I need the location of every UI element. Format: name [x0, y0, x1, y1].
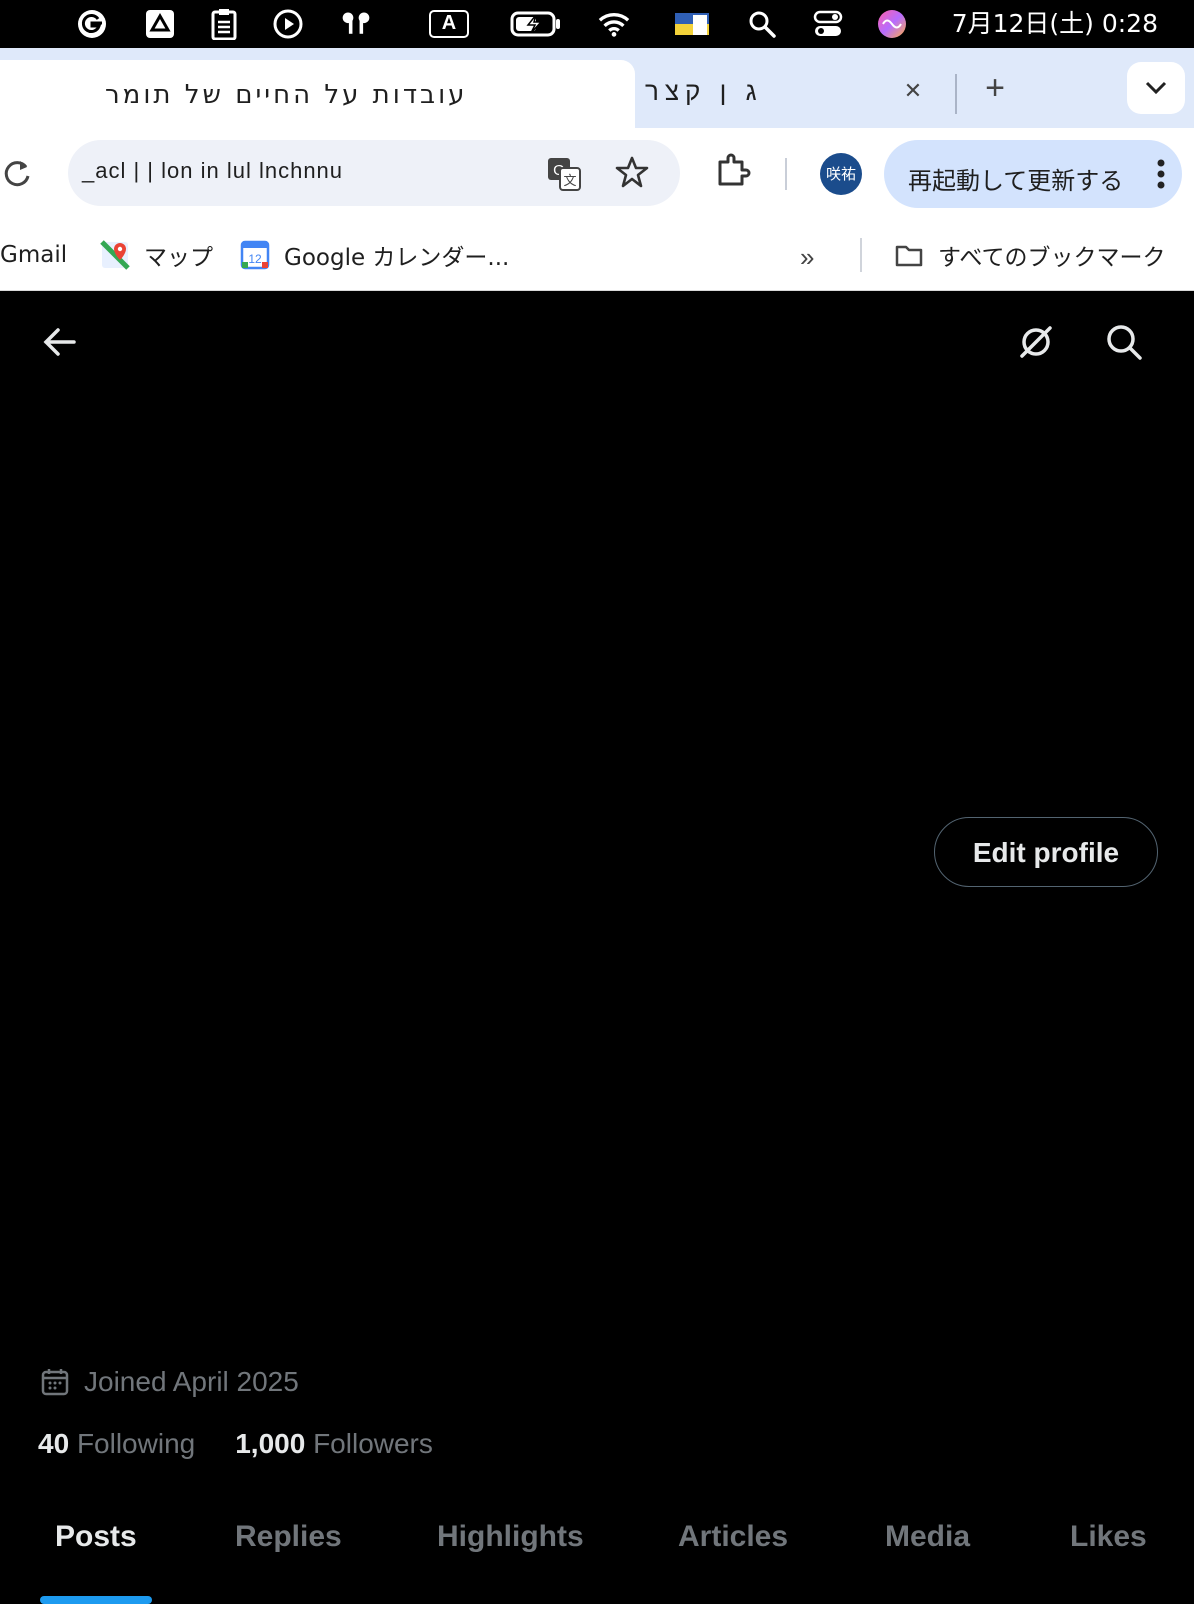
tab-strip: עובדות על החיים של תומר ג ן קצר ✕ + — [0, 48, 1194, 128]
browser-toolbar: _acl | | lon in lul lnchnnu G文 咲祐 再起動して更… — [0, 128, 1194, 220]
bookmark-star-icon[interactable] — [614, 154, 652, 192]
browser-tab-active[interactable]: עובדות על החיים של תומר — [0, 60, 635, 128]
macos-menubar: A 7月12日(土) 0:28 — [0, 0, 1194, 48]
siri-icon[interactable] — [876, 8, 908, 40]
input-mode-label: A — [429, 10, 469, 38]
bookmarks-bar: Gmail マップ 12 Google カレンダー... » すべてのブックマー… — [0, 220, 1194, 291]
bookmarks-separator — [860, 238, 862, 272]
tab-replies[interactable]: Replies — [235, 1520, 342, 1554]
profile-avatar[interactable]: 咲祐 — [820, 153, 862, 195]
profile-tabs: Posts Replies Highlights Articles Media … — [0, 1488, 1194, 1604]
menubar-clock[interactable]: 7月12日(土) 0:28 — [952, 8, 1158, 40]
tab-posts[interactable]: Posts — [55, 1520, 137, 1554]
browser-tab-title: עובדות על החיים של תומר — [105, 80, 468, 110]
spotlight-search-icon[interactable] — [746, 8, 778, 40]
bookmark-label: マップ — [144, 245, 213, 271]
restart-update-button[interactable]: 再起動して更新する — [884, 140, 1182, 208]
drive-icon[interactable] — [144, 8, 176, 40]
profile-page: Edit profile Joined April 2025 40 Follow… — [0, 292, 1194, 1604]
flag-icon[interactable] — [672, 8, 712, 40]
airpods-icon[interactable] — [340, 8, 372, 40]
bookmark-maps[interactable]: マップ — [100, 240, 213, 271]
toolbar-separator — [785, 158, 787, 190]
joined-text: Joined April 2025 — [84, 1366, 299, 1397]
bookmarks-overflow-chevron-icon[interactable]: » — [800, 242, 830, 272]
control-center-icon[interactable] — [812, 8, 844, 40]
battery-charging-icon[interactable] — [508, 8, 564, 40]
folder-icon — [895, 245, 923, 267]
browser-tab-inactive-title: ג ן קצר — [645, 76, 763, 106]
following-count: 40 — [38, 1428, 70, 1459]
calendar-icon-day: 12 — [248, 252, 262, 266]
followers-label: Followers — [313, 1428, 433, 1459]
bookmark-label: Google カレンダー... — [284, 245, 510, 271]
tab-separator — [955, 74, 957, 114]
url-text: _acl | | lon in lul lnchnnu — [82, 158, 344, 183]
tab-highlights[interactable]: Highlights — [437, 1520, 584, 1554]
browser-tab-inactive[interactable]: ג ן קצר — [645, 72, 935, 118]
tab-close-icon[interactable]: ✕ — [900, 78, 926, 104]
calendar-icon: 12 — [240, 240, 270, 270]
edit-profile-button[interactable]: Edit profile — [934, 817, 1158, 887]
tab-likes[interactable]: Likes — [1070, 1520, 1147, 1554]
joined-date: Joined April 2025 — [40, 1362, 299, 1402]
wifi-icon[interactable] — [598, 8, 630, 40]
active-tab-indicator — [40, 1596, 152, 1604]
tab-articles[interactable]: Articles — [678, 1520, 788, 1554]
all-bookmarks-folder[interactable]: すべてのブックマーク — [894, 240, 1166, 271]
new-tab-plus-icon[interactable]: + — [975, 68, 1015, 108]
bookmark-label: Gmail — [0, 242, 68, 268]
translate-icon[interactable]: G文 — [546, 156, 582, 192]
back-arrow-icon[interactable] — [40, 322, 80, 362]
restart-update-label: 再起動して更新する — [908, 167, 1124, 195]
svg-text:文: 文 — [563, 174, 576, 189]
browser-chrome: עובדות על החיים של תומר ג ן קצר ✕ + _acl… — [0, 48, 1194, 291]
following-label: Following — [76, 1428, 196, 1459]
tab-media[interactable]: Media — [885, 1520, 970, 1554]
grok-icon[interactable] — [1016, 322, 1056, 362]
followers-count: 1,000 — [235, 1428, 306, 1459]
extensions-puzzle-icon[interactable] — [714, 152, 754, 192]
maps-icon — [100, 240, 130, 270]
bookmark-gmail[interactable]: Gmail — [0, 240, 67, 270]
kebab-menu-icon[interactable] — [1156, 158, 1166, 190]
calendar-icon — [41, 1369, 69, 1396]
input-mode-icon[interactable]: A — [426, 8, 472, 40]
follow-stats: 40 Following 1,000 Followers — [38, 1428, 433, 1460]
reload-icon[interactable] — [2, 158, 34, 190]
clipboard-icon[interactable] — [208, 8, 240, 40]
bookmark-google-calendar[interactable]: 12 Google カレンダー... — [240, 240, 510, 271]
grammarly-icon[interactable] — [76, 8, 108, 40]
all-bookmarks-label: すべてのブックマーク — [938, 245, 1166, 271]
following-link[interactable]: 40 Following — [38, 1428, 195, 1460]
tab-search-chevron-down-icon[interactable] — [1127, 62, 1185, 114]
play-icon[interactable] — [272, 8, 304, 40]
search-icon[interactable] — [1104, 322, 1144, 362]
address-bar[interactable]: _acl | | lon in lul lnchnnu G文 — [68, 140, 680, 206]
followers-link[interactable]: 1,000 Followers — [235, 1428, 433, 1460]
